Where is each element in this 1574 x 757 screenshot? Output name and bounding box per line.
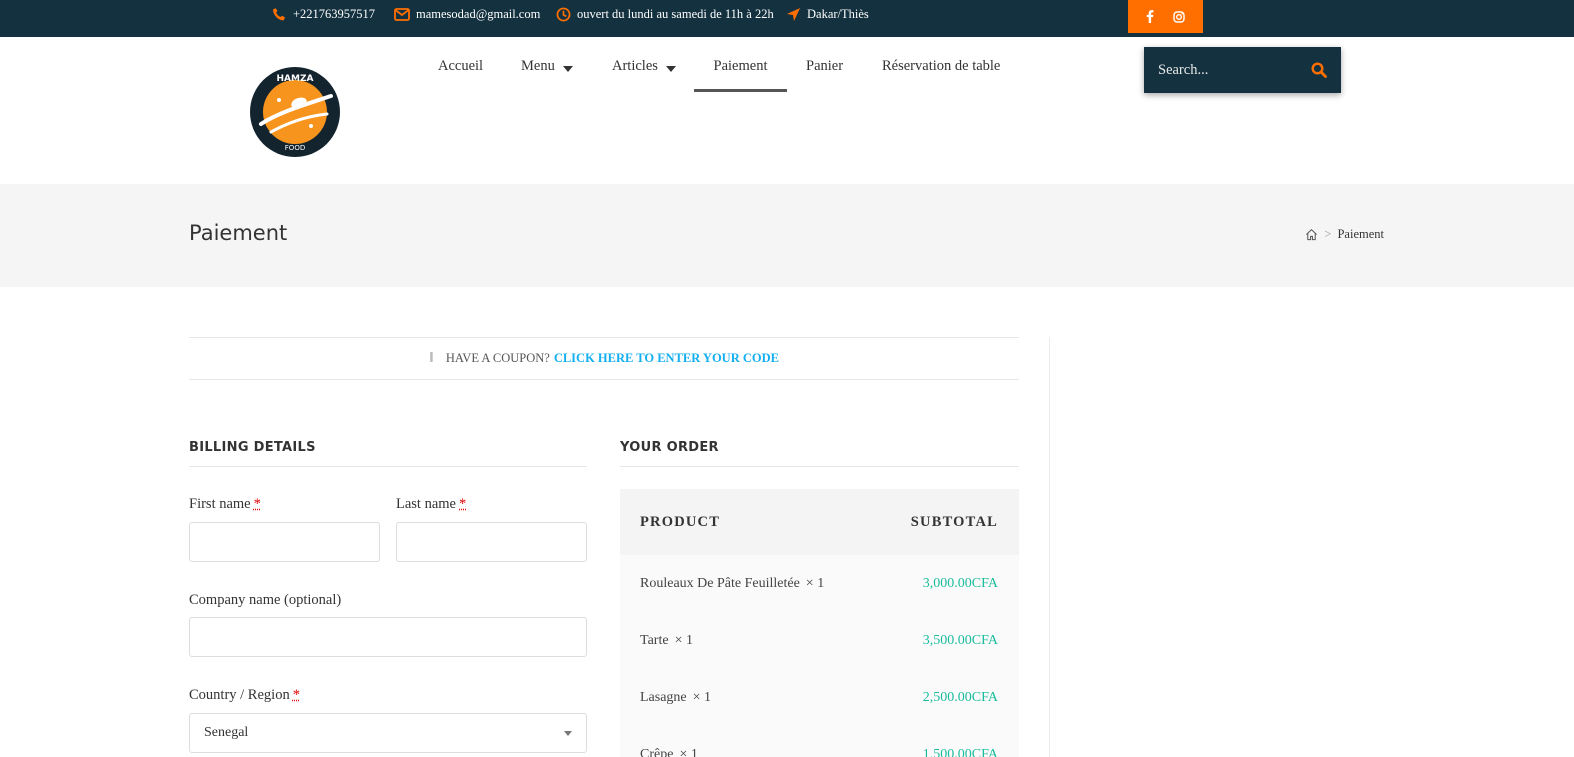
product-qty: × 1 — [679, 746, 698, 757]
nav-label: Panier — [806, 58, 844, 74]
search-box — [1144, 47, 1341, 93]
nav-label: Menu — [521, 58, 555, 74]
breadcrumb-current: Paiement — [1337, 227, 1384, 241]
location-text: Dakar/Thiès — [807, 7, 869, 21]
location-arrow-icon — [786, 7, 801, 22]
phone-text: +221763957517 — [293, 7, 376, 21]
nav-item-panier[interactable]: Panier — [806, 58, 843, 92]
order-product: Lasagne × 1 — [640, 690, 711, 706]
dropdown-arrow-icon — [564, 730, 572, 736]
order-row: Tarte × 1 3,500.00CFA — [620, 612, 1019, 669]
hamza-food-logo[interactable]: HAMZA FOOD — [249, 66, 341, 158]
nav-label: Accueil — [438, 58, 484, 74]
country-label: Country / Region * — [189, 687, 300, 704]
product-subtotal: 3,500.00CFA — [922, 632, 998, 648]
last-name-field[interactable] — [396, 522, 587, 562]
nav-item-articles[interactable]: Articles — [612, 58, 676, 92]
product-subtotal: 1,500.00CFA — [922, 746, 998, 757]
billing-heading: BILLING DETAILS — [189, 440, 587, 467]
company-field[interactable] — [189, 617, 587, 657]
country-value: Senegal — [204, 725, 249, 740]
nav-label: Paiement — [713, 58, 768, 74]
nav-item-accueil[interactable]: Accueil — [438, 58, 483, 92]
page-title: Paiement — [189, 221, 288, 245]
product-qty: × 1 — [805, 575, 825, 591]
location-info: Dakar/Thiès — [786, 0, 869, 29]
search-icon[interactable] — [1311, 62, 1327, 78]
coupon-link[interactable]: Click here to enter your code — [554, 351, 779, 366]
social-links — [1128, 0, 1203, 33]
product-subtotal: 2,500.00CFA — [922, 689, 998, 705]
caret-down-icon — [562, 66, 573, 72]
order-row: Rouleaux De Pâte Feuilletée × 1 3,000.00C… — [620, 555, 1019, 612]
first-name-label-text: First name — [189, 496, 251, 512]
required-mark: * — [292, 687, 300, 703]
nav-item-menu[interactable]: Menu — [521, 58, 573, 92]
company-label: Company name (optional) — [189, 592, 342, 608]
clock-icon — [556, 7, 571, 22]
col-product: PRODUCT — [640, 513, 721, 530]
required-mark: * — [253, 496, 261, 512]
order-row: Crêpe × 1 1,500.00CFA — [620, 726, 1019, 757]
order-table-header: PRODUCT SUBTOTAL — [620, 489, 1019, 555]
product-qty: × 1 — [674, 632, 693, 648]
nav-item-paiement[interactable]: Paiement — [694, 58, 787, 92]
facebook-icon[interactable] — [1146, 10, 1154, 23]
top-bar: +221763957517 mamesodad@gmail.com ouvert… — [0, 0, 1574, 37]
coupon-text: Have a coupon? — [445, 351, 550, 365]
order-product: Rouleaux De Pâte Feuilletée × 1 — [640, 576, 824, 592]
product-qty: × 1 — [692, 689, 712, 705]
last-name-label-text: Last name — [396, 496, 456, 512]
nav-item-reservation[interactable]: Réservation de table — [882, 58, 1000, 92]
first-name-field[interactable] — [189, 522, 380, 562]
breadcrumb: > Paiement — [1305, 227, 1384, 242]
nav-label: Articles — [612, 58, 658, 74]
hours-text: ouvert du lundi au samedi de 11h à 22h — [577, 7, 774, 21]
column-divider — [1049, 337, 1050, 757]
phone-info[interactable]: +221763957517 — [272, 0, 375, 29]
product-subtotal: 3,000.00CFA — [922, 575, 998, 591]
logo-text-top: HAMZA — [277, 74, 314, 84]
phone-icon — [272, 8, 286, 21]
required-mark: * — [459, 496, 467, 512]
order-product: Crêpe × 1 — [640, 747, 698, 757]
search-input[interactable] — [1158, 61, 1298, 79]
product-name: Lasagne — [640, 689, 687, 705]
country-select[interactable]: Senegal — [189, 713, 587, 753]
coupon-notice: i Have a coupon? Click here to enter you… — [189, 337, 1019, 380]
email-info[interactable]: mamesodad@gmail.com — [394, 0, 540, 29]
email-text: mamesodad@gmail.com — [416, 7, 541, 21]
product-name: Tarte — [640, 632, 669, 648]
instagram-icon[interactable] — [1173, 10, 1185, 23]
order-product: Tarte × 1 — [640, 633, 693, 649]
home-icon[interactable] — [1305, 228, 1318, 241]
envelope-icon — [394, 8, 410, 21]
caret-down-icon — [665, 66, 676, 72]
product-name: Rouleaux De Pâte Feuilletée — [640, 575, 800, 591]
last-name-label: Last name * — [396, 496, 466, 513]
order-heading: YOUR ORDER — [620, 440, 1019, 467]
col-subtotal: SUBTOTAL — [910, 513, 998, 530]
breadcrumb-separator: > — [1324, 227, 1332, 241]
first-name-label: First name * — [189, 496, 261, 513]
order-table: PRODUCT SUBTOTAL Rouleaux De Pâte Feuill… — [620, 489, 1019, 757]
logo-text-bottom: FOOD — [285, 144, 305, 152]
country-label-text: Country / Region — [189, 687, 290, 703]
order-row: Lasagne × 1 2,500.00CFA — [620, 669, 1019, 726]
nav-label: Réservation de table — [882, 58, 1001, 74]
info-icon: i — [429, 351, 434, 366]
product-name: Crêpe — [640, 746, 674, 757]
hours-info: ouvert du lundi au samedi de 11h à 22h — [556, 0, 774, 29]
